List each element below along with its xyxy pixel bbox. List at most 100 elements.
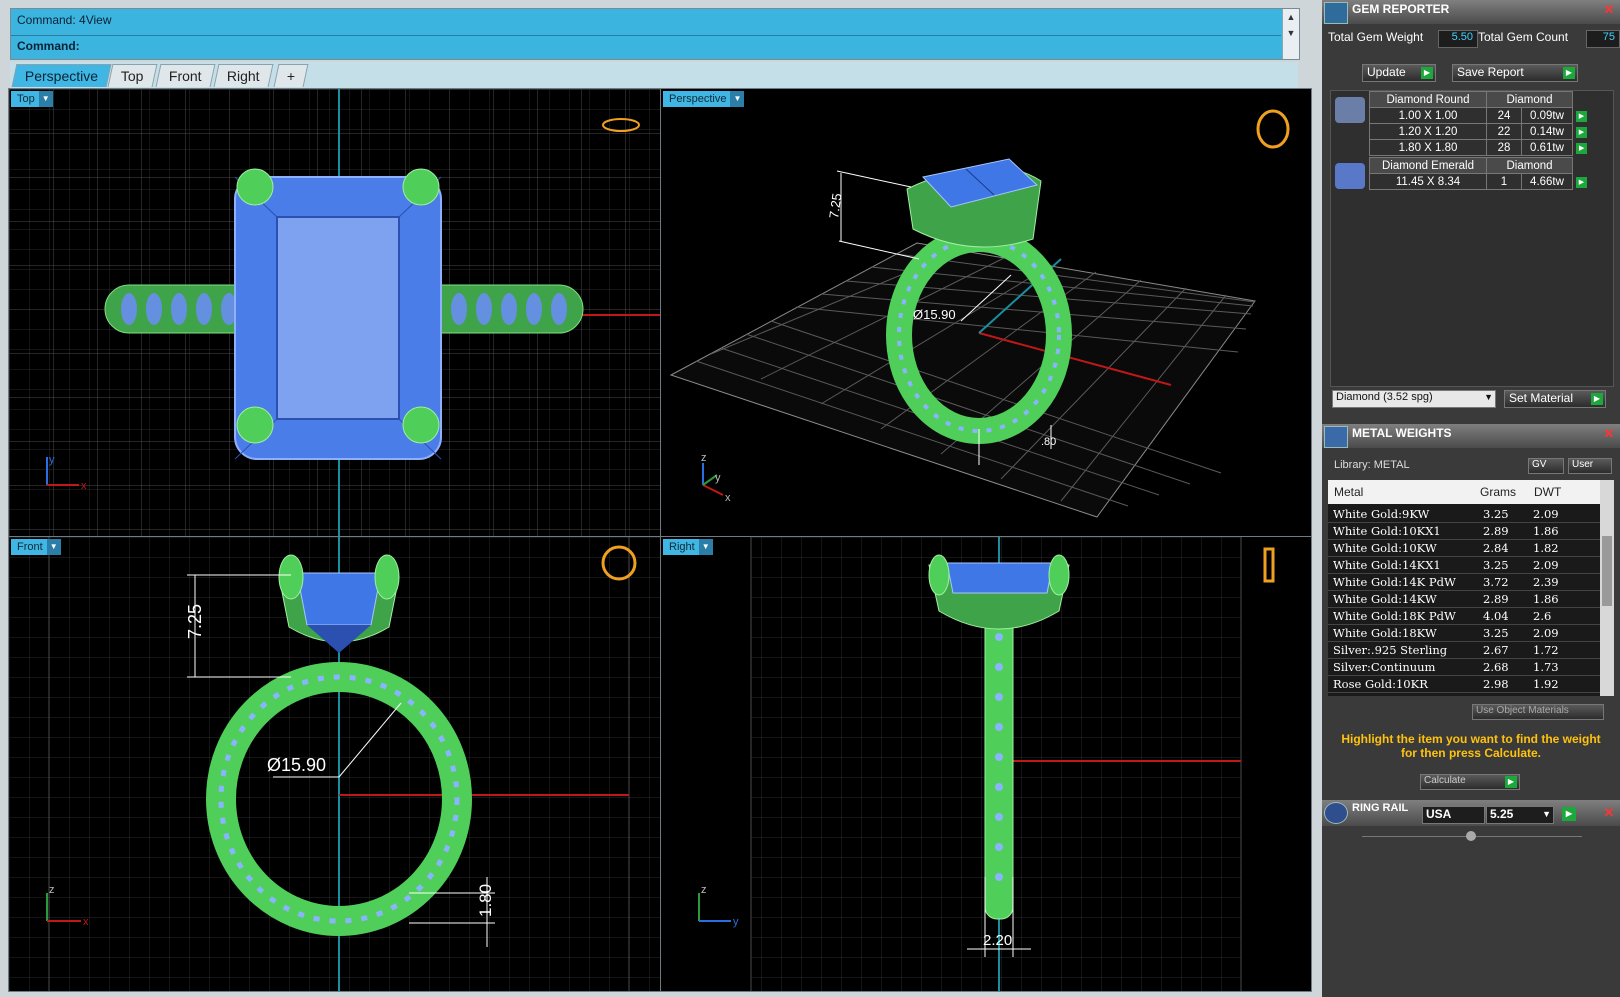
gem-list: Diamond Round Diamond 1.00 X 1.00 24 0.09tw… (1330, 90, 1614, 387)
viewport-right[interactable]: 2.20 z y Right ▼ (660, 536, 1312, 992)
side-panel: GEM REPORTER ✕ Total Gem Weight 5.50 Tot… (1322, 0, 1620, 997)
total-count-value: 75 (1586, 30, 1620, 48)
dim-band-label: .80 (1041, 436, 1056, 448)
metal-weights-icon (1324, 426, 1348, 448)
emerald-diamond-icon (1335, 163, 1365, 189)
command-scrollbar[interactable]: ▲ ▼ (1282, 9, 1299, 59)
gem-row[interactable]: 1.80 X 1.80 28 0.61tw ▶ (1369, 139, 1591, 156)
dim-width-label: 2.20 (983, 932, 1012, 949)
tab-right[interactable]: Right (213, 64, 274, 87)
play-icon: ▶ (1576, 127, 1587, 138)
perspective-view-canvas: 7.25 Ø15.90 .80 z y x (669, 109, 1290, 518)
metal-table-scrollbar[interactable] (1600, 480, 1614, 696)
axis-x-label: x (83, 916, 89, 928)
viewport-label-front[interactable]: Front ▼ (11, 539, 61, 555)
table-row[interactable]: White Gold:10KW 2.84 1.82 (1328, 539, 1600, 557)
command-area: Command: 4View Command: ▲ ▼ (10, 8, 1300, 60)
close-icon[interactable]: ✕ (1602, 806, 1616, 820)
table-row[interactable]: White Gold:14KX1 3.25 2.09 (1328, 556, 1600, 574)
chevron-down-icon: ▼ (1484, 392, 1493, 402)
axis-z-label: z (701, 884, 707, 896)
set-material-button[interactable]: Set Material ▶ (1504, 390, 1606, 408)
table-row[interactable]: Silver:.925 Sterling 2.67 1.72 (1328, 641, 1600, 659)
gem-group-emerald: Diamond Emerald Diamond 11.45 X 8.34 1 4.66… (1369, 157, 1591, 190)
library-label: Library: METAL (1334, 459, 1410, 471)
ring-perspective-icon (1256, 109, 1290, 149)
viewport-label-perspective[interactable]: Perspective ▼ (663, 91, 745, 107)
update-button[interactable]: Update ▶ (1362, 64, 1436, 82)
total-weight-label: Total Gem Weight (1328, 30, 1424, 44)
gem-row[interactable]: 11.45 X 8.34 1 4.66tw ▶ (1369, 173, 1591, 190)
chevron-down-icon: ▼ (1542, 809, 1551, 819)
add-tab-button[interactable]: + (273, 64, 309, 87)
metal-table: Metal Grams DWT White Gold:9KW 3.25 2.09 W… (1328, 480, 1600, 696)
table-row[interactable]: White Gold:14K PdW 3.72 2.39 (1328, 573, 1600, 591)
gem-row[interactable]: 1.20 X 1.20 22 0.14tw ▶ (1369, 123, 1591, 140)
scroll-up-icon[interactable]: ▲ (1283, 9, 1299, 25)
axis-y-label: y (715, 472, 721, 484)
viewport-front[interactable]: 7.25 Ø15.90 1.80 z x Front ▼ (8, 536, 662, 992)
play-icon[interactable]: ▶ (1562, 807, 1576, 821)
play-icon: ▶ (1591, 393, 1603, 405)
ring-size-select[interactable]: 5.25 ▼ (1486, 806, 1554, 824)
round-diamond-icon (1335, 97, 1365, 123)
gem-row[interactable]: 1.00 X 1.00 24 0.09tw ▶ (1369, 107, 1591, 124)
play-icon: ▶ (1421, 67, 1433, 79)
table-row[interactable]: Silver:Continuum 2.68 1.73 (1328, 658, 1600, 676)
close-icon[interactable]: ✕ (1602, 3, 1616, 17)
table-row[interactable]: White Gold:10KX1 2.89 1.86 (1328, 522, 1600, 540)
dim-diameter-label: Ø15.90 (267, 755, 326, 775)
total-count-label: Total Gem Count (1478, 30, 1569, 44)
play-icon: ▶ (1576, 111, 1587, 122)
ring-right-icon (1263, 547, 1275, 583)
viewport-perspective[interactable]: 7.25 Ø15.90 .80 z y x Perspective ▼ (660, 88, 1312, 538)
play-icon: ▶ (1563, 67, 1575, 79)
axis-z-label: z (701, 452, 707, 464)
user-button[interactable]: User (1568, 458, 1612, 474)
calculate-button[interactable]: Calculate ▶ (1420, 774, 1520, 790)
ring-rail-title: RING RAIL (1352, 802, 1409, 814)
axis-y-label: y (49, 454, 55, 466)
table-row[interactable]: Rose Gold:10KR 2.98 1.92 (1328, 675, 1600, 693)
table-row[interactable]: White Gold:18K PdW 4.04 2.6 (1328, 607, 1600, 625)
front-view-canvas: 7.25 Ø15.90 1.80 z x (9, 537, 661, 991)
tab-front[interactable]: Front (155, 64, 216, 87)
table-row[interactable]: White Gold:14KW 2.89 1.86 (1328, 590, 1600, 608)
top-view-canvas: y x (9, 89, 661, 537)
scroll-down-icon[interactable]: ▼ (1283, 25, 1299, 41)
play-icon: ▶ (1505, 776, 1517, 788)
viewport-label-right[interactable]: Right ▼ (663, 539, 713, 555)
scroll-thumb[interactable] (1602, 536, 1612, 606)
ring-rail-header: RING RAIL USA 5.25 ▼ ▶ ✕ (1322, 800, 1620, 826)
metal-weights-title: METAL WEIGHTS (1352, 426, 1452, 440)
dim-height-label: 7.25 (826, 192, 844, 219)
right-view-canvas: 2.20 z y (698, 537, 1275, 991)
gem-reporter-title: GEM REPORTER (1352, 2, 1450, 16)
axis-y-label: y (733, 916, 739, 928)
tab-top[interactable]: Top (107, 64, 158, 87)
table-row[interactable]: White Gold:18KW 3.25 2.09 (1328, 624, 1600, 642)
close-icon[interactable]: ✕ (1602, 427, 1616, 441)
metal-weights-header: METAL WEIGHTS ✕ (1322, 424, 1620, 448)
viewport-label-top[interactable]: Top ▼ (11, 91, 53, 107)
gem-reporter-header: GEM REPORTER ✕ (1322, 0, 1620, 24)
tab-perspective[interactable]: Perspective (11, 64, 112, 87)
material-select[interactable]: Diamond (3.52 spg) ▼ (1332, 390, 1496, 408)
rail-slider-handle[interactable] (1466, 831, 1476, 841)
dropdown-icon: ▼ (730, 91, 745, 107)
gv-button[interactable]: GV (1528, 458, 1564, 474)
axis-x-label: x (725, 492, 731, 504)
gem-reporter-icon (1324, 2, 1348, 24)
play-icon: ▶ (1576, 143, 1588, 154)
command-history: Command: 4View (17, 13, 112, 27)
dim-diameter-label: Ø15.90 (913, 307, 956, 322)
command-prompt[interactable]: Command: (17, 39, 80, 53)
save-report-button[interactable]: Save Report ▶ (1452, 64, 1578, 82)
dim-height-label: 7.25 (185, 604, 205, 639)
viewport-tab-bar: Perspective Top Front Right + (10, 62, 1298, 88)
use-object-materials-button[interactable]: Use Object Materials (1472, 704, 1604, 720)
gem-group-round: Diamond Round Diamond 1.00 X 1.00 24 0.09tw… (1369, 91, 1591, 156)
viewport-top[interactable]: y x Top ▼ (8, 88, 662, 538)
country-field[interactable]: USA (1422, 806, 1485, 824)
table-row[interactable]: White Gold:9KW 3.25 2.09 (1328, 506, 1600, 523)
